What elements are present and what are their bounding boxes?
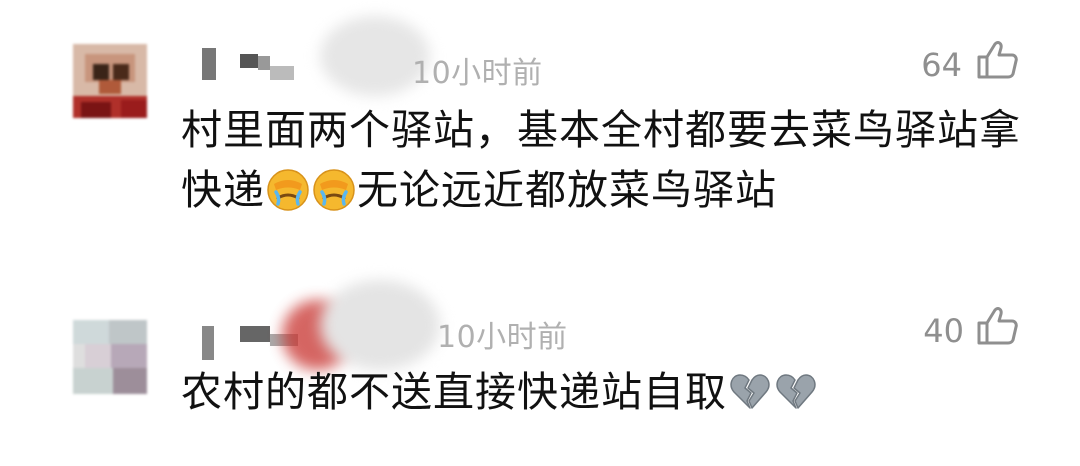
thumbs-up-icon[interactable] (976, 40, 1018, 80)
facepalm-crying-emoji-icon (312, 168, 356, 212)
comment-item[interactable]: 10小时前 40 农村的都不送直接快递站自取 (0, 270, 1080, 466)
username-redacted[interactable] (200, 280, 450, 370)
avatar[interactable] (73, 44, 147, 118)
comment-text-line1: 村里面两个驿站，基本全村都要去菜鸟驿站拿 (181, 106, 1021, 154)
comment-text-line1: 农村的都不送直接快递站自取 (181, 368, 727, 416)
comment-text: 农村的都不送直接快递站自取 (181, 362, 819, 422)
like-count: 40 (923, 312, 964, 350)
comment-time: 10小时前 (437, 320, 568, 355)
avatar[interactable] (73, 320, 147, 394)
like-count: 64 (921, 46, 962, 84)
comment-time: 10小时前 (412, 56, 543, 91)
comment-text-line2b: 无论远近都放菜鸟驿站 (357, 166, 777, 214)
comment-text: 村里面两个驿站，基本全村都要去菜鸟驿站拿 快递 无论远近都放菜鸟驿站 (181, 100, 1021, 220)
username-redacted[interactable] (200, 16, 430, 96)
broken-heart-emoji-icon (728, 370, 772, 414)
comment-item[interactable]: 10小时前 64 村里面两个驿站，基本全村都要去菜鸟驿站拿 快递 无论远近都放菜鸟… (0, 0, 1080, 240)
facepalm-crying-emoji-icon (266, 168, 310, 212)
broken-heart-emoji-icon (774, 370, 818, 414)
comment-text-line2a: 快递 (181, 166, 265, 214)
thumbs-up-icon[interactable] (976, 306, 1018, 346)
